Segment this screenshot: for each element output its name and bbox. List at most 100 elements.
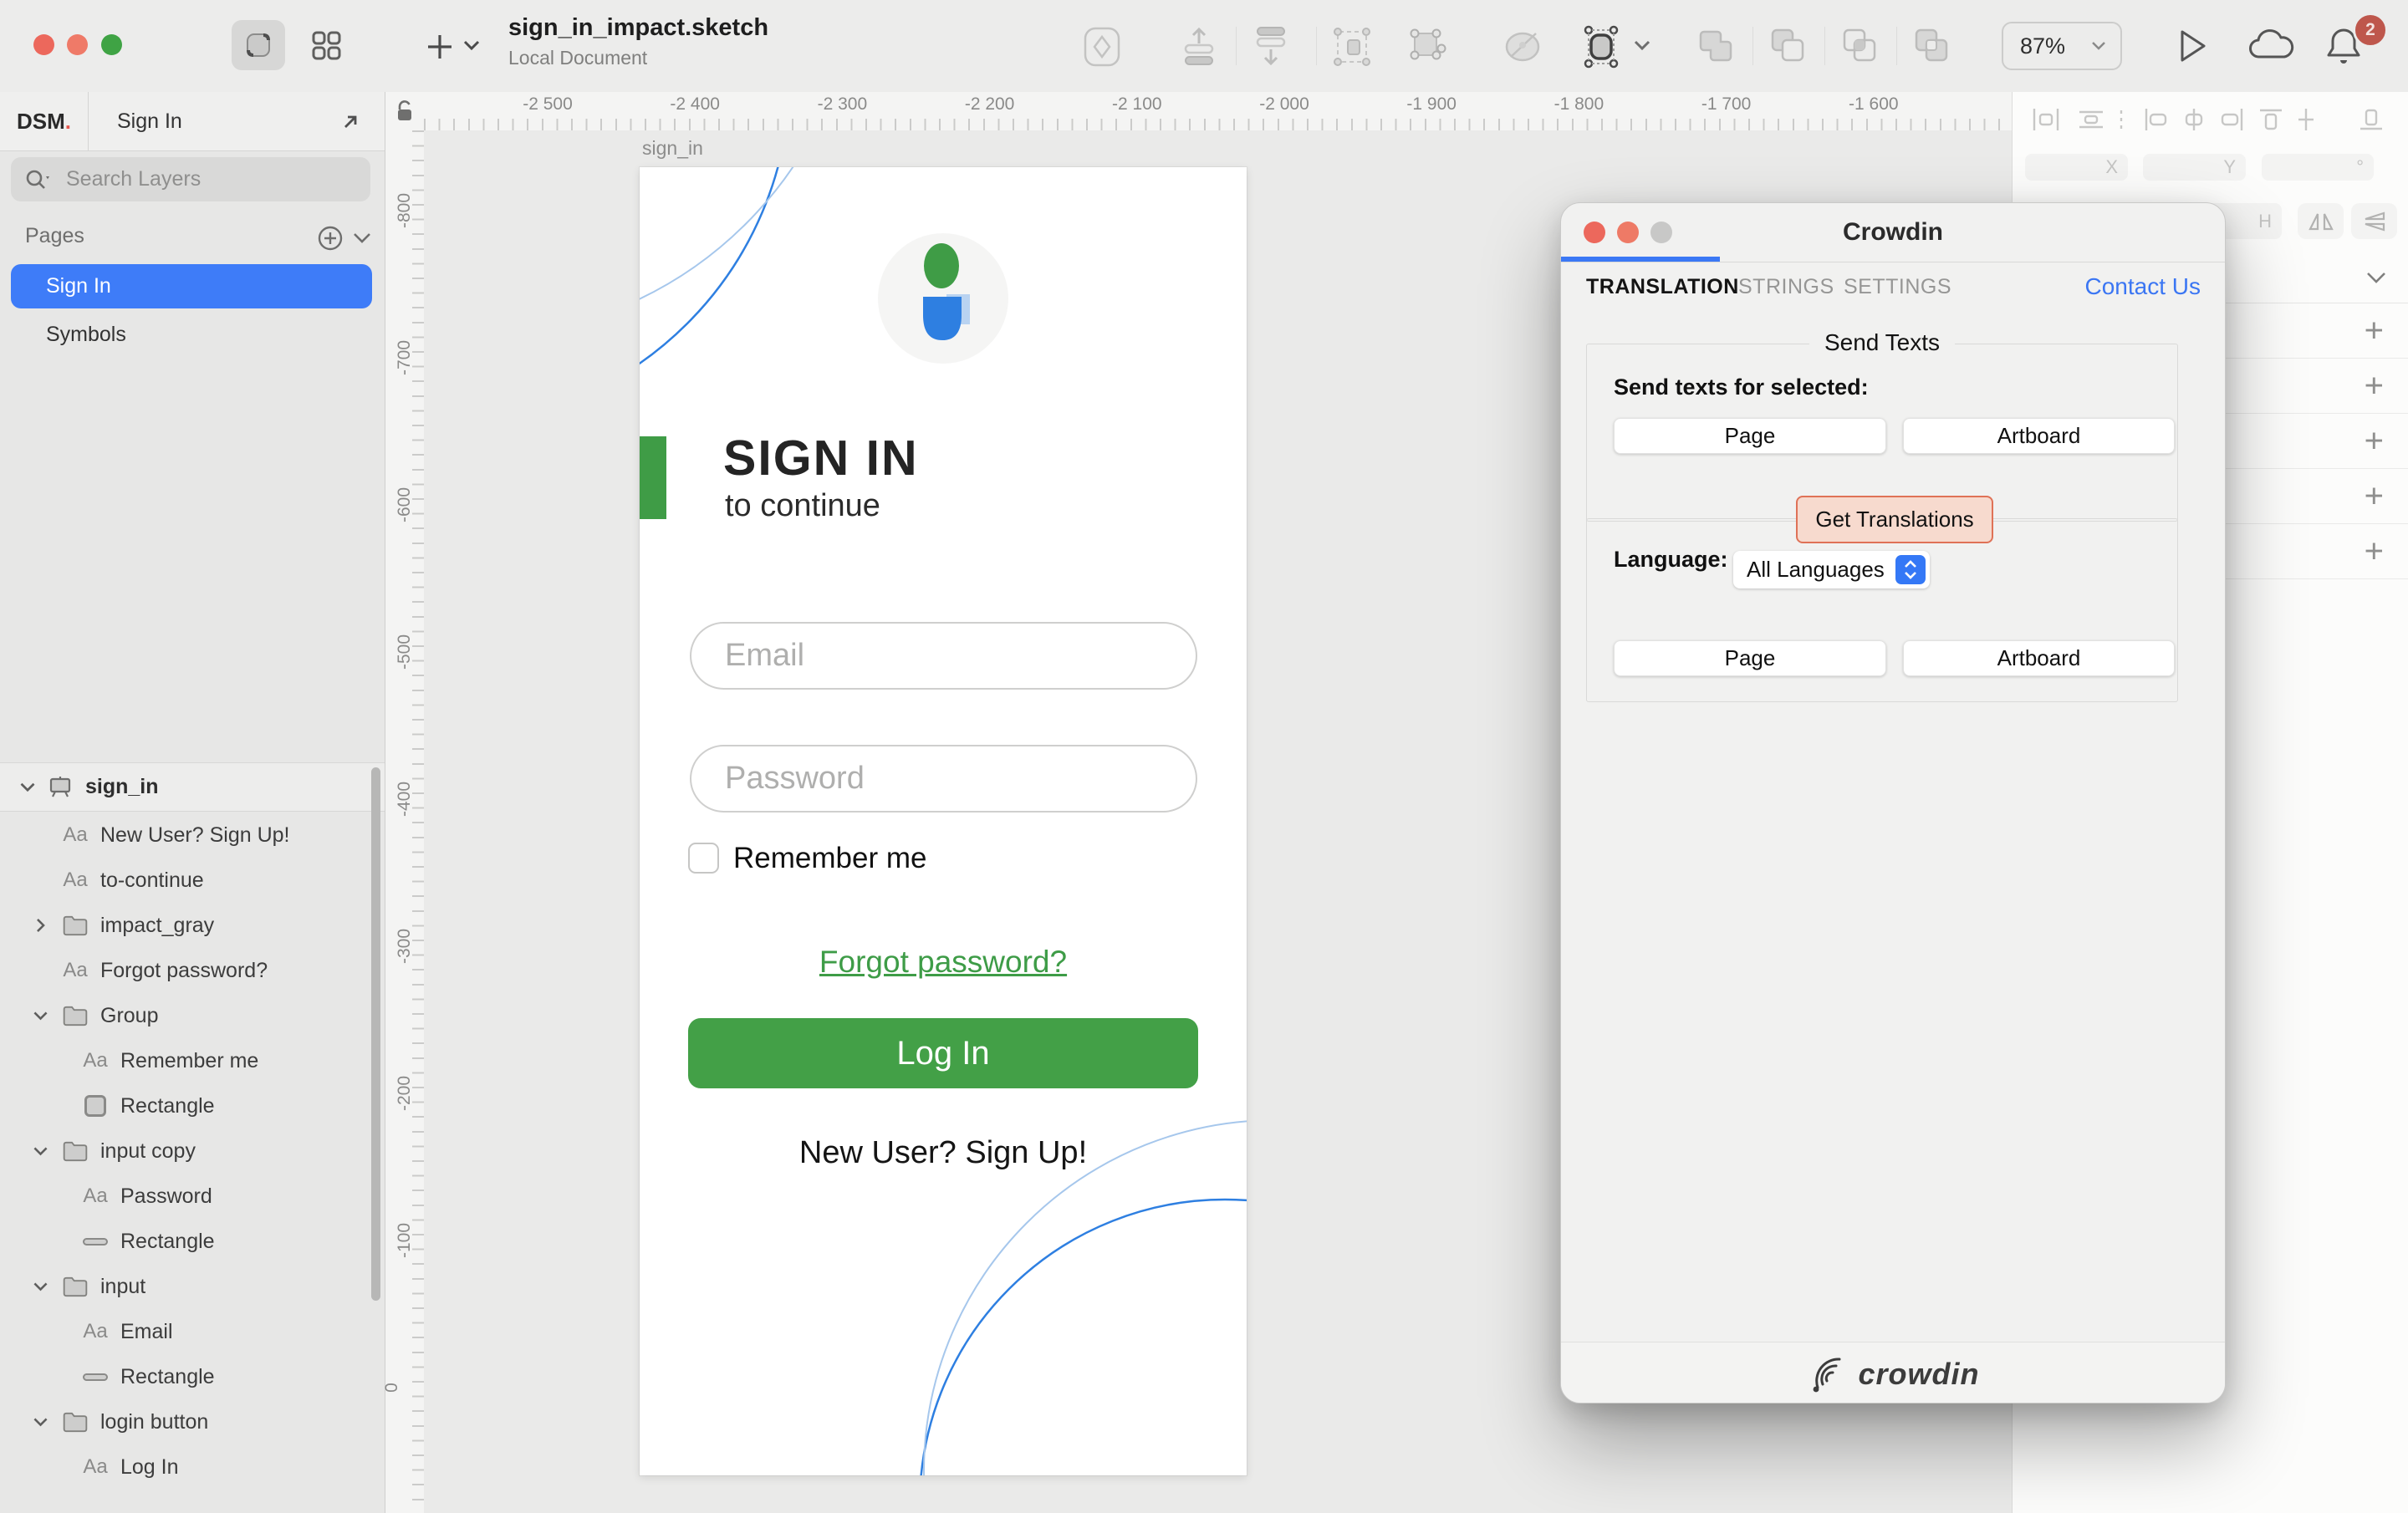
chevron-down-icon[interactable] bbox=[33, 1417, 48, 1427]
rotate-button[interactable] bbox=[1499, 23, 1546, 69]
resize-constraints-button[interactable] bbox=[1577, 23, 1624, 70]
boolean-union-button[interactable] bbox=[1696, 25, 1737, 67]
add-style-button[interactable]: + bbox=[2365, 477, 2384, 515]
remember-me-checkbox[interactable] bbox=[688, 843, 719, 874]
search-icon bbox=[24, 168, 53, 191]
flip-horizontal-button[interactable] bbox=[2298, 203, 2344, 239]
chevron-down-icon[interactable] bbox=[33, 1146, 48, 1156]
resize-menu-chevron[interactable] bbox=[1632, 38, 1652, 52]
tab-strings[interactable]: STRINGS bbox=[1738, 275, 1834, 299]
search-layers-field[interactable] bbox=[11, 157, 370, 201]
layer-row[interactable]: AaNew User? Sign Up! bbox=[0, 813, 385, 858]
artboard-icon bbox=[47, 775, 74, 800]
forgot-password-link[interactable]: Forgot password? bbox=[640, 945, 1247, 980]
email-field[interactable]: Email bbox=[690, 622, 1197, 690]
text-layer-icon: Aa bbox=[63, 959, 87, 982]
language-dropdown[interactable]: All Languages bbox=[1733, 551, 1930, 588]
group-button[interactable] bbox=[1329, 25, 1375, 69]
page-item-sign-in[interactable]: Sign In bbox=[11, 264, 372, 308]
layer-row[interactable]: impact_gray bbox=[0, 903, 385, 948]
layer-label: impact_gray bbox=[100, 914, 214, 938]
add-style-button[interactable]: + bbox=[2365, 422, 2384, 460]
layer-root-artboard[interactable]: sign_in bbox=[0, 762, 385, 812]
union-icon bbox=[1696, 25, 1737, 67]
ruler-label: -2 200 bbox=[965, 94, 1015, 115]
zoom-window-button[interactable] bbox=[101, 34, 122, 55]
layer-row[interactable]: AaEmail bbox=[0, 1309, 385, 1354]
tab-translation[interactable]: TRANSLATION bbox=[1586, 275, 1739, 299]
send-artboard-button-label: Artboard bbox=[1997, 423, 2081, 449]
preview-button[interactable] bbox=[2174, 25, 2211, 67]
layer-row[interactable]: Aato-continue bbox=[0, 858, 385, 903]
section-collapse-chevron[interactable] bbox=[2364, 269, 2389, 286]
flip-vertical-button[interactable] bbox=[2351, 203, 2397, 239]
layer-row[interactable]: login button bbox=[0, 1399, 385, 1444]
grid-view-toggle[interactable] bbox=[299, 20, 353, 70]
send-artboard-button[interactable]: Artboard bbox=[1903, 418, 2175, 454]
layer-row[interactable]: AaLog In bbox=[0, 1444, 385, 1490]
tab-page-title[interactable]: Sign In bbox=[117, 92, 182, 150]
search-layers-input[interactable] bbox=[64, 166, 344, 192]
boolean-difference-button[interactable] bbox=[1910, 25, 1951, 67]
chevron-right-icon[interactable] bbox=[36, 919, 46, 933]
ruler-label: -600 bbox=[395, 487, 415, 522]
chevron-down-icon[interactable] bbox=[20, 782, 35, 792]
layer-row[interactable]: input copy bbox=[0, 1128, 385, 1174]
tab-dsm[interactable]: DSM. bbox=[0, 92, 88, 150]
boolean-intersect-button[interactable] bbox=[1838, 25, 1880, 67]
folder-icon bbox=[62, 914, 89, 937]
collapse-pages-icon[interactable] bbox=[351, 231, 373, 246]
layer-row[interactable]: input bbox=[0, 1264, 385, 1309]
edit-shape-button[interactable] bbox=[1405, 25, 1450, 69]
get-page-button[interactable]: Page bbox=[1614, 640, 1886, 676]
password-field[interactable]: Password bbox=[690, 745, 1197, 813]
x-position-field[interactable]: X bbox=[2025, 154, 2128, 181]
get-artboard-button[interactable]: Artboard bbox=[1903, 640, 2175, 676]
layer-row[interactable]: Rectangle bbox=[0, 1354, 385, 1399]
send-backward-button[interactable] bbox=[1249, 23, 1293, 69]
layer-row[interactable]: AaRemember me bbox=[0, 1038, 385, 1083]
chevron-down-icon[interactable] bbox=[33, 1011, 48, 1021]
zoom-level-dropdown[interactable]: 87% bbox=[2002, 22, 2122, 70]
line-layer-icon bbox=[83, 1238, 108, 1246]
add-style-button[interactable]: + bbox=[2365, 312, 2384, 349]
add-style-button[interactable]: + bbox=[2365, 367, 2384, 405]
log-in-button[interactable]: Log In bbox=[688, 1018, 1198, 1088]
boolean-subtract-button[interactable] bbox=[1766, 25, 1808, 67]
page-item-symbols[interactable]: Symbols bbox=[11, 313, 372, 357]
y-position-field[interactable]: Y bbox=[2143, 154, 2246, 181]
cloud-share-button[interactable] bbox=[2246, 27, 2298, 64]
crowdin-plugin-window[interactable]: Crowdin TRANSLATION STRINGS SETTINGS Con… bbox=[1560, 202, 2226, 1403]
layer-row[interactable]: Group bbox=[0, 993, 385, 1038]
add-page-icon[interactable] bbox=[316, 224, 344, 252]
get-translations-button[interactable]: Get Translations bbox=[1796, 496, 1993, 543]
alignment-toolbar-icons[interactable] bbox=[2029, 105, 2397, 134]
sign-up-text[interactable]: New User? Sign Up! bbox=[640, 1135, 1247, 1171]
contact-us-link[interactable]: Contact Us bbox=[2085, 273, 2201, 300]
sidebar-scrollbar[interactable] bbox=[371, 767, 380, 1301]
detach-arrow-icon[interactable] bbox=[339, 110, 362, 134]
tab-settings[interactable]: SETTINGS bbox=[1844, 275, 1951, 299]
unlock-icon[interactable] bbox=[394, 99, 416, 124]
canvas-view-toggle[interactable] bbox=[232, 20, 285, 70]
layer-row[interactable]: Rectangle bbox=[0, 1219, 385, 1264]
send-page-button[interactable]: Page bbox=[1614, 418, 1886, 454]
insert-menu-chevron[interactable] bbox=[462, 38, 482, 52]
artboard-sign-in[interactable]: SIGN IN to continue Email Password Remem… bbox=[640, 167, 1247, 1475]
rotation-field[interactable]: ° bbox=[2262, 154, 2374, 181]
close-window-button[interactable] bbox=[33, 34, 54, 55]
y-field-label: Y bbox=[2223, 156, 2236, 178]
create-symbol-button[interactable] bbox=[1079, 23, 1125, 70]
log-in-button-label: Log In bbox=[896, 1035, 989, 1072]
chevron-down-icon bbox=[2090, 40, 2107, 52]
bring-forward-button[interactable] bbox=[1177, 23, 1221, 69]
layer-row[interactable]: AaForgot password? bbox=[0, 948, 385, 993]
artboard-title[interactable]: sign_in bbox=[642, 137, 703, 160]
play-icon bbox=[2174, 25, 2211, 67]
insert-button[interactable] bbox=[423, 30, 457, 64]
minimize-window-button[interactable] bbox=[67, 34, 88, 55]
layer-row[interactable]: Rectangle bbox=[0, 1083, 385, 1128]
add-style-button[interactable]: + bbox=[2365, 532, 2384, 570]
chevron-down-icon[interactable] bbox=[33, 1281, 48, 1291]
layer-row[interactable]: AaPassword bbox=[0, 1174, 385, 1219]
